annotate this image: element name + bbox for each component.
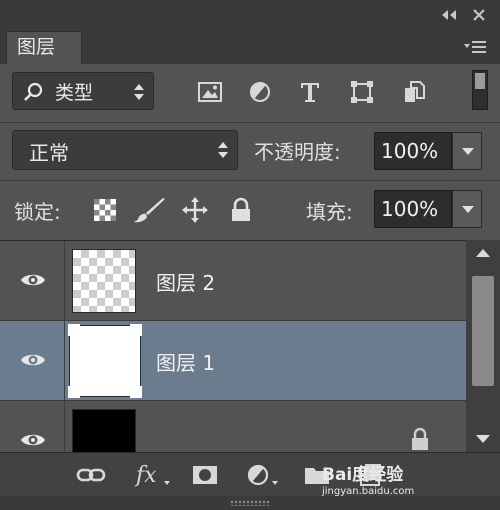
layer-lock-icon	[412, 427, 428, 450]
link-layers-icon[interactable]	[76, 461, 106, 489]
eye-icon[interactable]	[20, 431, 46, 449]
layer-name[interactable]: 图层 2	[156, 267, 215, 296]
layer-row-layer-1[interactable]: 图层 1	[0, 321, 466, 401]
scroll-down-icon[interactable]	[474, 432, 492, 446]
add-mask-icon[interactable]	[190, 461, 220, 489]
scrollbar-thumb[interactable]	[472, 276, 494, 386]
tab-row: 图层	[0, 30, 500, 64]
opacity-input[interactable]: 100%	[374, 132, 452, 170]
search-icon	[24, 82, 43, 101]
layer-row-layer-2[interactable]: 图层 2	[0, 241, 466, 321]
opacity-dropdown-button[interactable]	[452, 132, 482, 170]
eye-icon[interactable]	[20, 351, 46, 369]
layer-name[interactable]: 图层 1	[156, 347, 215, 376]
layer-style-fx-icon[interactable]: fx	[134, 461, 174, 489]
panel-title-bar	[0, 0, 500, 31]
lock-row: 锁定: 填充: 100%	[0, 180, 500, 238]
scroll-up-icon[interactable]	[474, 246, 492, 260]
layers-panel: 图层 类型 正常 不透明度: 100% 锁定: 填充: 100% 图层 2 图层…	[0, 0, 500, 510]
lock-transparent-pixels-icon[interactable]	[92, 197, 118, 223]
blend-row: 正常 不透明度: 100%	[0, 122, 500, 181]
selection-corner	[68, 324, 80, 336]
filter-row: 类型	[0, 64, 500, 123]
panel-menu-icon[interactable]	[464, 38, 486, 56]
lock-position-icon[interactable]	[182, 197, 208, 223]
filter-kind-label: 类型	[55, 82, 94, 104]
lock-image-pixels-icon[interactable]	[134, 197, 168, 223]
smart-object-filter-icon[interactable]	[400, 78, 428, 106]
svg-text:fx: fx	[134, 463, 157, 488]
tab-layers-label: 图层	[17, 36, 56, 58]
fill-label: 填充:	[306, 200, 353, 224]
selection-corner	[68, 386, 80, 398]
shape-filter-icon[interactable]	[348, 78, 376, 106]
opacity-label: 不透明度:	[254, 140, 341, 164]
updown-arrows-icon	[134, 84, 144, 100]
layer-thumbnail	[72, 249, 136, 313]
tab-layers[interactable]: 图层	[6, 31, 82, 64]
watermark-brand: Bai度经验	[322, 465, 404, 485]
layer-thumbnail	[72, 409, 136, 453]
chevron-down-icon	[462, 206, 474, 213]
panel-resize-grip[interactable]	[0, 496, 500, 510]
close-panel-icon[interactable]	[470, 7, 488, 23]
layers-scrollbar[interactable]	[466, 240, 500, 452]
type-filter-icon[interactable]	[296, 78, 324, 106]
blend-mode-select[interactable]: 正常	[12, 130, 238, 170]
filter-toggle-switch[interactable]	[472, 70, 488, 110]
updown-arrows-icon	[218, 142, 228, 158]
filter-kind-select[interactable]: 类型	[12, 72, 154, 110]
collapse-panel-icon[interactable]	[438, 7, 460, 23]
fill-dropdown-button[interactable]	[452, 190, 482, 228]
layer-thumbnail	[68, 324, 142, 398]
lock-all-icon[interactable]	[228, 197, 254, 223]
visibility-cell	[0, 321, 65, 401]
fill-input[interactable]: 100%	[374, 190, 452, 228]
selection-corner	[130, 386, 142, 398]
chevron-down-icon	[462, 148, 474, 155]
blend-mode-label: 正常	[29, 141, 69, 165]
fill-value: 100%	[381, 197, 439, 221]
filter-toggle-knob	[475, 73, 485, 89]
lock-label: 锁定:	[14, 200, 61, 224]
image-filter-icon[interactable]	[196, 78, 224, 106]
opacity-value: 100%	[381, 139, 439, 163]
layer-row-background[interactable]	[0, 401, 466, 453]
adjustment-filter-icon[interactable]	[246, 78, 274, 106]
visibility-cell	[0, 401, 65, 453]
eye-icon[interactable]	[20, 271, 46, 289]
layers-list: 图层 2 图层 1	[0, 240, 466, 453]
new-adjustment-layer-icon[interactable]	[244, 461, 284, 489]
visibility-cell	[0, 241, 65, 321]
grip-dots	[230, 500, 270, 506]
selection-corner	[130, 324, 142, 336]
